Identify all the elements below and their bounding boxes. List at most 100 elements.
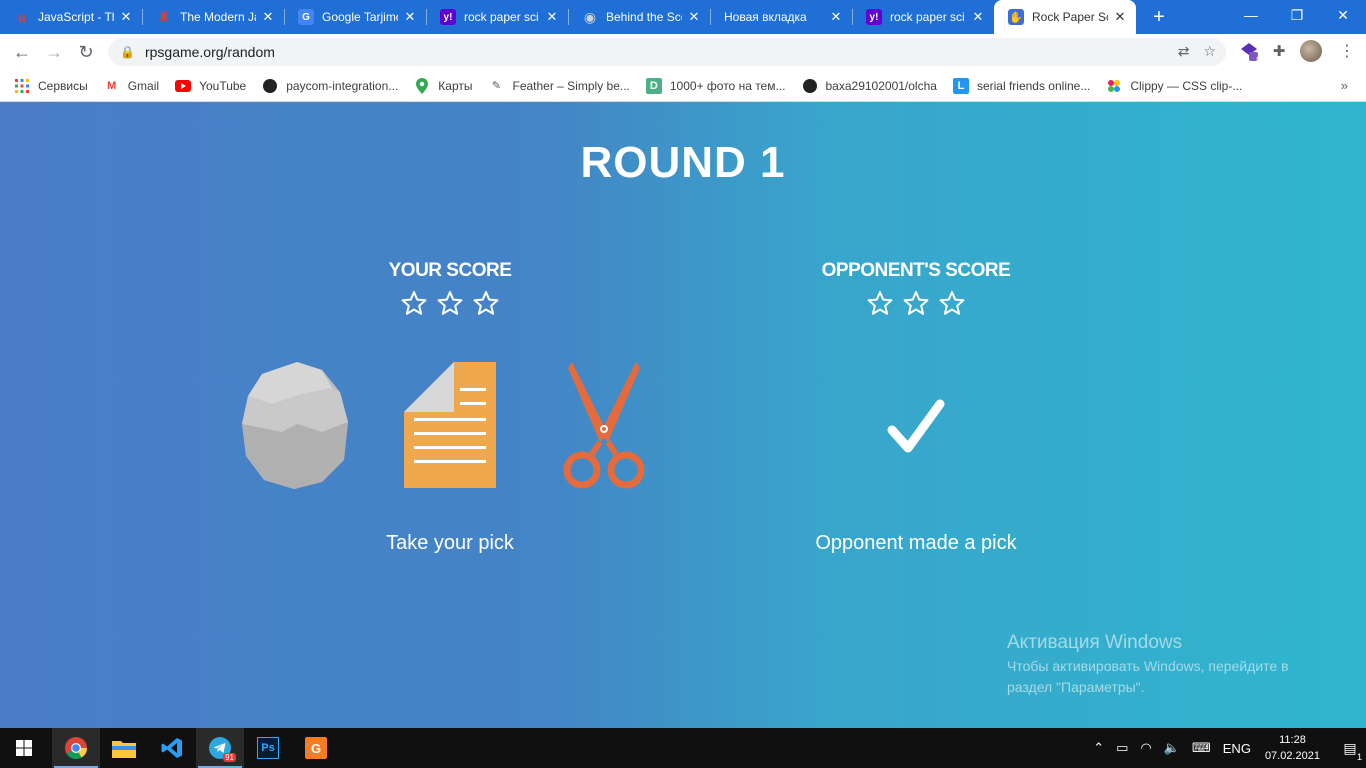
close-icon[interactable]: ✕ [686, 9, 702, 25]
close-icon[interactable]: ✕ [402, 9, 418, 25]
language-indicator[interactable]: ENG [1223, 741, 1251, 756]
puzzle-icon[interactable]: ✚ [1268, 40, 1290, 62]
browser-toolbar: ← → ↻ 🔒 rpsgame.org/random ⇄ ☆ 8 ✚ ⋮ [0, 34, 1366, 70]
lock-icon[interactable]: 🔒 [120, 45, 135, 59]
telegram-badge: 91 [223, 753, 236, 762]
rock-icon [242, 362, 348, 489]
file-explorer-icon [112, 741, 136, 758]
bookmark-item[interactable]: paycom-integration... [262, 78, 398, 94]
windows-start-button[interactable] [0, 728, 48, 768]
tab-title: rock paper sci [890, 10, 965, 24]
star-icon [437, 291, 463, 315]
bookmark-label: Clippy — CSS clip-... [1130, 78, 1243, 93]
tab-title: Google Tarjimo [322, 10, 398, 24]
bookmark-item[interactable]: L serial friends online... [952, 77, 1091, 94]
taskbar-app-g[interactable]: G [292, 728, 340, 768]
browser-tab[interactable]: ◉ Behind the Sce ✕ [568, 0, 710, 34]
browser-tab[interactable]: Новая вкладка ✕ [710, 0, 852, 34]
figure-icon: ♜ [158, 9, 170, 24]
wifi-icon[interactable]: ◠ [1140, 740, 1151, 756]
bookmark-item[interactable]: M Gmail [104, 78, 159, 94]
notification-icon[interactable]: ▤ 1 [1334, 728, 1366, 768]
youtube-icon [175, 78, 192, 94]
browser-tab[interactable]: ♜ The Modern Ja ✕ [142, 0, 284, 34]
taskbar-vscode[interactable] [148, 728, 196, 768]
l-icon: L [952, 77, 969, 94]
extension-icon[interactable]: 8 [1238, 40, 1261, 65]
yahoo-icon: y! [866, 9, 882, 25]
rock-choice-button[interactable] [242, 362, 348, 495]
url-text: rpsgame.org/random [144, 44, 275, 60]
taskbar-photoshop[interactable]: Ps [244, 728, 292, 768]
back-button[interactable]: ← [6, 36, 38, 68]
browser-tab[interactable]: y! rock paper sci ✕ [426, 0, 568, 34]
forward-button[interactable]: → [38, 36, 70, 68]
paper-choice-button[interactable] [404, 362, 496, 493]
bookmark-item[interactable]: Clippy — CSS clip-... [1106, 78, 1242, 94]
feather-icon: ✎ [491, 80, 502, 92]
bookmark-label: serial friends online... [976, 78, 1091, 93]
bookmark-item[interactable]: Сервисы [14, 78, 88, 94]
taskbar-chrome[interactable] [52, 728, 100, 768]
bookmark-star-icon[interactable]: ☆ [1203, 43, 1216, 60]
bookmark-label: Карты [438, 78, 473, 93]
globe-icon: ◉ [583, 8, 597, 25]
translate-icon[interactable]: ⇄ [1178, 43, 1190, 60]
battery-icon[interactable]: ▭ [1116, 740, 1128, 756]
taskbar-telegram[interactable]: 91 [196, 728, 244, 768]
chevron-up-icon[interactable]: ⌃ [1093, 740, 1104, 756]
bookmark-label: YouTube [199, 78, 247, 93]
volume-icon[interactable]: 🔈 [1164, 740, 1180, 756]
reload-button[interactable]: ↻ [70, 36, 102, 68]
close-window-icon[interactable]: ✕ [1320, 0, 1366, 30]
clock[interactable]: 11:28 07.02.2021 [1265, 732, 1320, 764]
menu-icon[interactable]: ⋮ [1336, 40, 1358, 62]
chrome-icon [65, 737, 87, 759]
system-tray: ⌃ ▭ ◠ 🔈 ⌨ ENG 11:28 07.02.2021 ▤ 1 [1087, 728, 1366, 768]
clippy-icon [1106, 78, 1122, 94]
bookmark-label: Gmail [127, 78, 160, 93]
bookmarks-bar: Сервисы M Gmail YouTube paycom-integrati… [0, 70, 1366, 102]
paper-icon [404, 362, 496, 488]
bookmark-item[interactable]: D 1000+ фото на тем... [645, 77, 786, 94]
bookmark-label: 1000+ фото на тем... [669, 78, 786, 93]
minimize-icon[interactable]: — [1228, 0, 1274, 30]
browser-tab[interactable]: G Google Tarjimo ✕ [284, 0, 426, 34]
bookmark-label: baxa29102001/olcha [825, 78, 937, 93]
bookmark-item[interactable]: baxa29102001/olcha [802, 78, 937, 94]
browser-tab[interactable]: y! rock paper sci ✕ [852, 0, 994, 34]
clock-time: 11:28 [1279, 734, 1306, 746]
star-icon [473, 291, 499, 315]
close-icon[interactable]: ✕ [1112, 9, 1128, 25]
tab-title: JavaScript - Th [38, 10, 114, 24]
keyboard-icon[interactable]: ⌨ [1192, 740, 1211, 756]
bookmark-item[interactable]: ✎ Feather – Simply be... [488, 78, 630, 94]
clock-date: 07.02.2021 [1264, 750, 1320, 762]
close-icon[interactable]: ✕ [970, 9, 986, 25]
bookmark-item[interactable]: Карты [414, 77, 473, 94]
taskbar-file-explorer[interactable] [100, 728, 148, 768]
your-prompt: Take your pick [386, 532, 514, 554]
bookmark-label: paycom-integration... [286, 78, 399, 93]
close-icon[interactable]: ✕ [544, 9, 560, 25]
bookmark-item[interactable]: YouTube [175, 78, 246, 94]
star-icon [401, 291, 427, 315]
address-bar[interactable]: 🔒 rpsgame.org/random ⇄ ☆ [108, 38, 1226, 66]
watermark-title: Активация Windows [1007, 632, 1183, 653]
chevron-right-icon[interactable]: » [1341, 78, 1348, 93]
star-icon [867, 291, 893, 315]
close-icon[interactable]: ✕ [828, 9, 844, 25]
restore-icon[interactable]: ❐ [1274, 0, 1320, 30]
star-icon [903, 291, 929, 315]
new-tab-button[interactable]: + [1144, 0, 1174, 34]
hand-icon: ✋ [1008, 9, 1024, 25]
close-icon[interactable]: ✕ [260, 9, 276, 25]
star-icon [939, 291, 965, 315]
browser-tab-active[interactable]: ✋ Rock Paper Sc ✕ [994, 0, 1136, 34]
game-area: ROUND 1 YOUR SCORE OPPONENT'S SCORE Take… [0, 102, 1366, 728]
close-icon[interactable]: ✕ [118, 9, 134, 25]
avatar[interactable] [1300, 40, 1322, 62]
browser-tab[interactable]: u JavaScript - Th ✕ [0, 0, 142, 34]
scissors-choice-button[interactable] [562, 362, 646, 495]
maps-icon [414, 77, 430, 94]
